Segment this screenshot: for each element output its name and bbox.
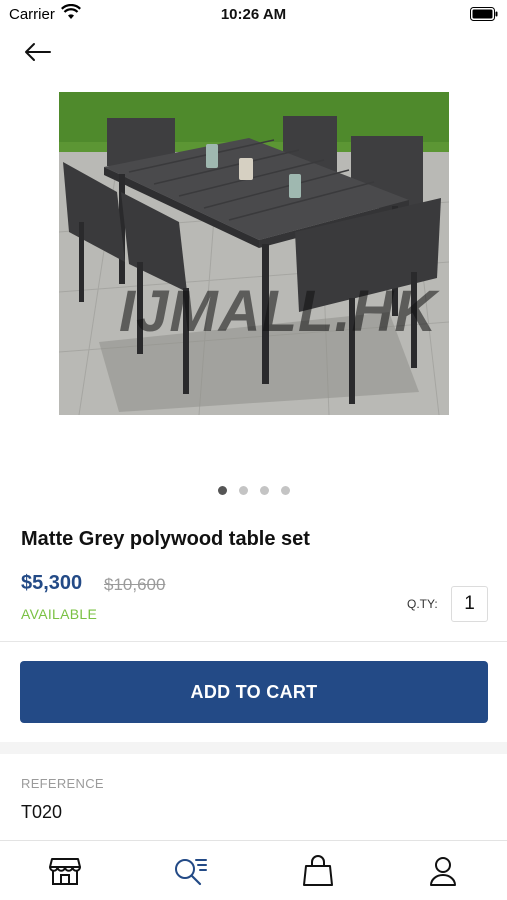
section-separator	[0, 742, 507, 754]
tab-cart[interactable]	[300, 853, 336, 889]
back-button[interactable]	[22, 38, 54, 66]
quantity-label: Q.TY:	[407, 597, 438, 611]
search-list-icon	[175, 859, 207, 886]
product-price: $5,300	[21, 572, 83, 594]
user-icon	[430, 857, 456, 886]
product-old-price: $10,600	[104, 575, 166, 594]
quantity-input[interactable]: 1	[451, 586, 488, 622]
clock: 10:26 AM	[220, 6, 287, 23]
divider	[0, 641, 507, 642]
store-icon	[49, 858, 81, 885]
tab-store[interactable]	[47, 853, 83, 889]
shopping-bag-icon	[303, 855, 333, 886]
carousel-dot[interactable]	[259, 486, 269, 495]
reference-value: T020	[21, 802, 63, 822]
add-to-cart-button[interactable]: ADD TO CART	[20, 661, 488, 723]
tab-search[interactable]	[172, 853, 208, 889]
product-image[interactable]: IJMALL.HK	[59, 92, 449, 415]
image-carousel-dots	[0, 486, 507, 495]
product-title: Matte Grey polywood table set	[21, 528, 310, 550]
carousel-dot[interactable]	[217, 486, 227, 495]
bottom-tab-bar	[0, 840, 507, 900]
availability-status: AVAILABLE	[21, 606, 98, 622]
carousel-dot[interactable]	[238, 486, 248, 495]
status-bar: Carrier 10:26 AM	[0, 0, 507, 30]
arrow-left-icon	[25, 43, 51, 61]
tab-account[interactable]	[425, 853, 461, 889]
carousel-dot[interactable]	[280, 486, 290, 495]
reference-label: REFERENCE	[21, 776, 104, 791]
image-watermark: IJMALL.HK	[119, 279, 438, 344]
battery-icon	[470, 7, 498, 21]
